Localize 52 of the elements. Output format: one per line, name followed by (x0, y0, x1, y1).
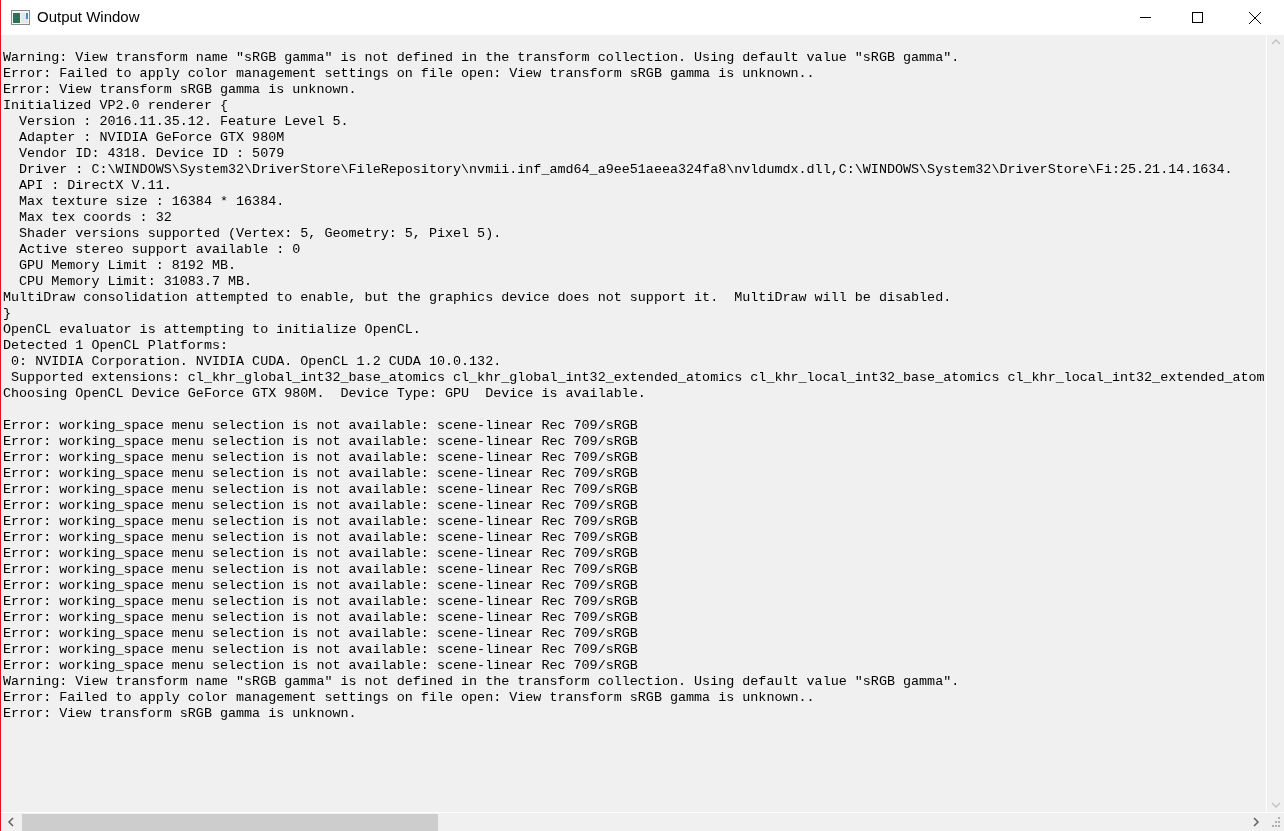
log-line: 0: NVIDIA Corporation. NVIDIA CUDA. OpenCL 1.2 CUDA 10.0.132. (10, 354, 503, 370)
scroll-up-icon[interactable] (1270, 39, 1281, 45)
log-line: Error: working_space menu selection is not available: scene-linear Rec 709/sRGB (3, 658, 639, 674)
log-line: Supported extensions: cl_khr_global_int32_base_atomics cl_khr_global_int32_extended_atomics cl_khr_local_int32_base_atomics cl_khr_local_int32_extended_atom (10, 370, 1266, 386)
log-line: Error: working_space menu selection is not available: scene-linear Rec 709/sRGB (3, 610, 639, 626)
vertical-scrollbar[interactable] (1266, 35, 1284, 812)
log-line: Error: View transform sRGB gamma is unknown. (3, 706, 358, 722)
log-line: Error: Failed to apply color management settings on file open: View transform sRGB gamma is unknown.. (3, 66, 816, 82)
log-line: Error: working_space menu selection is not available: scene-linear Rec 709/sRGB (3, 466, 639, 482)
log-line: GPU Memory Limit : 8192 MB. (18, 258, 238, 274)
log-line: Adapter : NVIDIA GeForce GTX 980M (18, 130, 286, 146)
resize-grip-icon[interactable] (1269, 816, 1281, 828)
log-line: Error: working_space menu selection is not available: scene-linear Rec 709/sRGB (3, 546, 639, 562)
log-line: Error: working_space menu selection is not available: scene-linear Rec 709/sRGB (3, 642, 639, 658)
log-line: Error: working_space menu selection is not available: scene-linear Rec 709/sRGB (3, 434, 639, 450)
log-line: Driver : C:\WINDOWS\System32\DriverStore\FileRepository\nvmii.inf_amd64_a9ee51aeea324fa8\nvldumdx.dll,C:\WINDOWS\System32\DriverStore\Fi:25.21.14.1634. (18, 162, 1234, 178)
log-line: Error: working_space menu selection is not available: scene-linear Rec 709/sRGB (3, 578, 639, 594)
log-line: Error: working_space menu selection is not available: scene-linear Rec 709/sRGB (3, 498, 639, 514)
log-line: Error: working_space menu selection is not available: scene-linear Rec 709/sRGB (3, 562, 639, 578)
log-line: Error: working_space menu selection is not available: scene-linear Rec 709/sRGB (3, 482, 639, 498)
log-line: Error: Failed to apply color management settings on file open: View transform sRGB gamma is unknown.. (3, 690, 816, 706)
log-line: Error: working_space menu selection is not available: scene-linear Rec 709/sRGB (3, 594, 639, 610)
log-line: Max tex coords : 32 (18, 210, 173, 226)
log-line: Active stereo support available : 0 (18, 242, 302, 258)
log-line: } (3, 306, 13, 322)
scroll-left-icon[interactable] (7, 817, 14, 827)
window-icon (11, 10, 30, 25)
log-line: Warning: View transform name "sRGB gamma" is not defined in the transform collection. Using default value "sRGB gamma". (3, 50, 961, 66)
log-line: Max texture size : 16384 * 16384. (18, 194, 286, 210)
log-line: Version : 2016.11.35.12. Feature Level 5. (18, 114, 350, 130)
log-line: CPU Memory Limit: 31083.7 MB. (18, 274, 254, 290)
log-line: Initialized VP2.0 renderer { (3, 98, 229, 114)
log-line: Choosing OpenCL Device GeForce GTX 980M. Device Type: GPU Device is available. (3, 386, 647, 402)
log-line: Vendor ID: 4318. Device ID : 5079 (18, 146, 286, 162)
scroll-down-icon[interactable] (1270, 802, 1281, 808)
log-line: API : DirectX V.11. (18, 178, 173, 194)
log-line: Error: View transform sRGB gamma is unknown. (3, 82, 358, 98)
log-line: Error: working_space menu selection is not available: scene-linear Rec 709/sRGB (3, 626, 639, 642)
window-title: Output Window (37, 7, 140, 28)
log-line: Error: working_space menu selection is not available: scene-linear Rec 709/sRGB (3, 418, 639, 434)
log-line: Detected 1 OpenCL Platforms: (3, 338, 229, 354)
log-line: OpenCL evaluator is attempting to initialize OpenCL. (3, 322, 422, 338)
maximize-icon (1191, 12, 1203, 23)
close-icon (1249, 11, 1261, 24)
scroll-right-icon[interactable] (1253, 817, 1260, 827)
log-line: Error: working_space menu selection is not available: scene-linear Rec 709/sRGB (3, 530, 639, 546)
log-line: Shader versions supported (Vertex: 5, Geometry: 5, Pixel 5). (18, 226, 503, 242)
log-line: Warning: View transform name "sRGB gamma" is not defined in the transform collection. Using default value "sRGB gamma". (3, 674, 961, 690)
scroll-thumb[interactable] (22, 813, 438, 831)
log-line: Error: working_space menu selection is not available: scene-linear Rec 709/sRGB (3, 450, 639, 466)
log-line: Error: working_space menu selection is not available: scene-linear Rec 709/sRGB (3, 514, 639, 530)
log-line: MultiDraw consolidation attempted to enable, but the graphics device does not support it. MultiDraw will be disabled. (3, 290, 953, 306)
